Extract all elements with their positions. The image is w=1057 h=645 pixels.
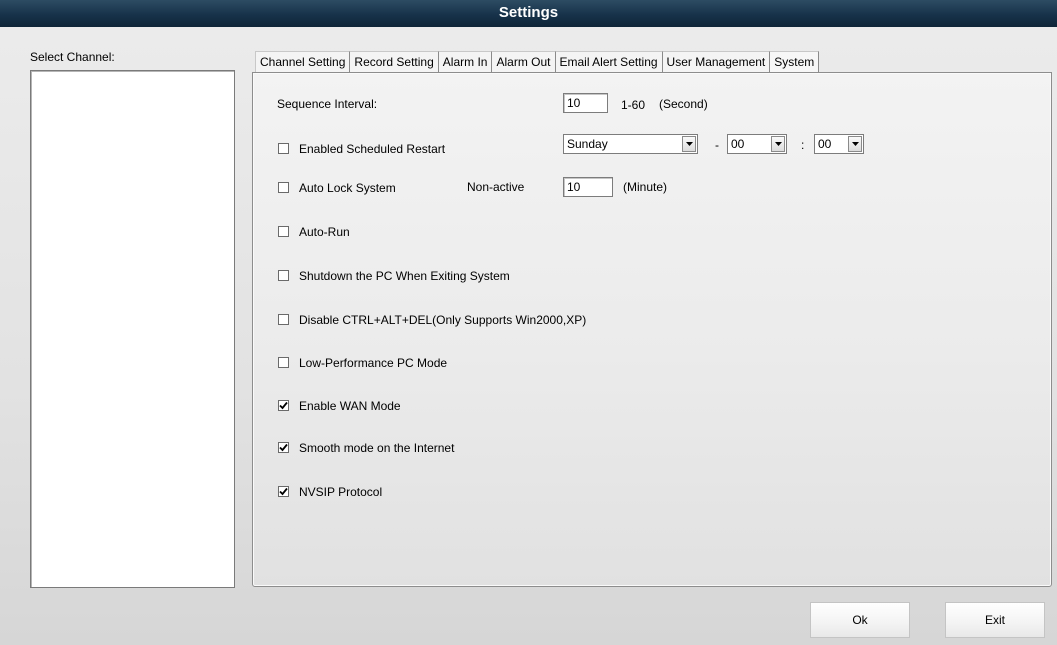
- chevron-down-icon[interactable]: [771, 136, 785, 152]
- channel-list[interactable]: [30, 70, 235, 588]
- tab-alarm-in[interactable]: Alarm In: [438, 51, 493, 72]
- shutdown-checkbox[interactable]: [278, 270, 289, 281]
- non-active-label: Non-active: [467, 180, 525, 194]
- non-active-minutes-input[interactable]: 10: [563, 177, 613, 197]
- auto-lock-label: Auto Lock System: [299, 181, 396, 195]
- chevron-down-icon[interactable]: [682, 136, 696, 152]
- low-performance-checkbox[interactable]: [278, 357, 289, 368]
- restart-hour-value: 00: [731, 137, 745, 151]
- time-dash: -: [715, 138, 719, 152]
- auto-lock-checkbox[interactable]: [278, 182, 289, 193]
- sequence-interval-label: Sequence Interval:: [277, 97, 378, 111]
- low-performance-label: Low-Performance PC Mode: [299, 356, 448, 370]
- shutdown-label: Shutdown the PC When Exiting System: [299, 269, 510, 283]
- restart-minute-select[interactable]: 00: [814, 134, 864, 154]
- auto-run-checkbox[interactable]: [278, 226, 289, 237]
- restart-minute-value: 00: [818, 137, 832, 151]
- chevron-down-icon[interactable]: [848, 136, 862, 152]
- tab-system[interactable]: System: [770, 51, 820, 72]
- tab-record-setting[interactable]: Record Setting: [350, 51, 439, 72]
- sequence-interval-range: 1-60: [621, 98, 646, 112]
- time-colon: :: [801, 138, 805, 152]
- non-active-unit: (Minute): [623, 180, 668, 194]
- tab-email-alert-setting[interactable]: Email Alert Setting: [555, 51, 663, 72]
- auto-run-label: Auto-Run: [299, 225, 350, 239]
- disable-ctrl-alt-del-checkbox[interactable]: [278, 314, 289, 325]
- nvsip-label: NVSIP Protocol: [299, 485, 383, 499]
- checkmark-icon: [279, 443, 288, 452]
- restart-day-value: Sunday: [567, 137, 608, 151]
- select-channel-label: Select Channel:: [30, 50, 115, 64]
- system-settings-panel: Sequence Interval: 10 1-60 (Second) Enab…: [252, 72, 1052, 587]
- checkmark-icon: [279, 487, 288, 496]
- smooth-mode-checkbox[interactable]: [278, 442, 289, 453]
- restart-day-select[interactable]: Sunday: [563, 134, 698, 154]
- settings-window: Settings Select Channel: Channel Setting…: [0, 0, 1057, 645]
- tab-user-management[interactable]: User Management: [662, 51, 771, 72]
- smooth-mode-label: Smooth mode on the Internet: [299, 441, 455, 455]
- tab-alarm-out[interactable]: Alarm Out: [492, 51, 556, 72]
- tab-channel-setting[interactable]: Channel Setting: [255, 51, 351, 72]
- scheduled-restart-label: Enabled Scheduled Restart: [299, 142, 446, 156]
- ok-button[interactable]: Ok: [810, 602, 910, 638]
- scheduled-restart-checkbox[interactable]: [278, 143, 289, 154]
- nvsip-checkbox[interactable]: [278, 486, 289, 497]
- checkmark-icon: [279, 401, 288, 410]
- restart-hour-select[interactable]: 00: [727, 134, 787, 154]
- exit-button[interactable]: Exit: [945, 602, 1045, 638]
- disable-ctrl-alt-del-label: Disable CTRL+ALT+DEL(Only Supports Win20…: [299, 313, 587, 327]
- sequence-interval-input[interactable]: 10: [563, 93, 608, 113]
- window-title: Settings: [0, 0, 1057, 27]
- wan-mode-checkbox[interactable]: [278, 400, 289, 411]
- sequence-interval-unit: (Second): [659, 97, 708, 111]
- wan-mode-label: Enable WAN Mode: [299, 399, 401, 413]
- tab-bar: Channel Setting Record Setting Alarm In …: [255, 50, 820, 72]
